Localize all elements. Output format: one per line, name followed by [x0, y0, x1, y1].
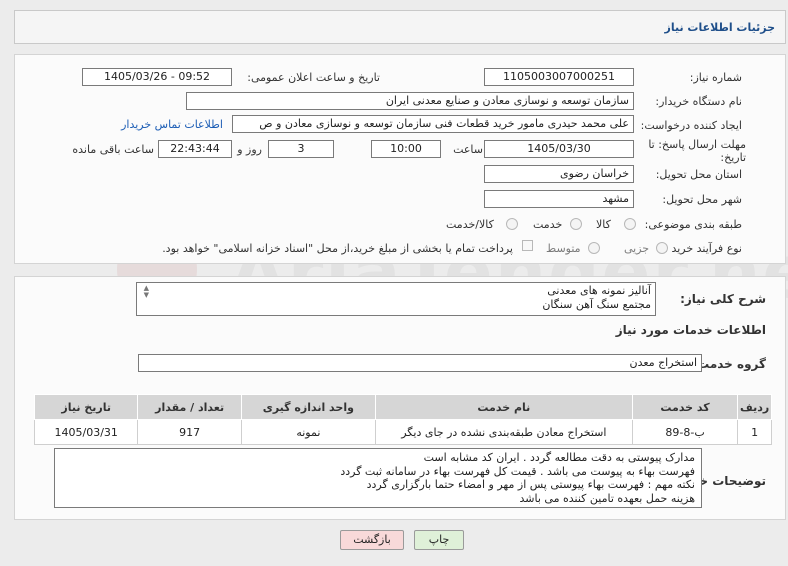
cell-row-number: 1: [737, 419, 772, 445]
days-label: روز و: [237, 143, 262, 156]
textarea-resize-icon[interactable]: ▲ ▼: [139, 285, 149, 299]
cell-service-code: ب-8-89: [631, 419, 739, 445]
treasury-payment-checkbox[interactable]: [522, 240, 533, 251]
category-option-goods-service: کالا/خدمت: [446, 218, 494, 231]
col-service-name: نام خدمت: [374, 394, 633, 420]
city-label: شهر محل تحویل:: [662, 193, 742, 206]
remaining-time-field[interactable]: 22:43:44: [158, 140, 232, 158]
category-label: طبقه بندی موضوعی:: [644, 218, 742, 231]
purchase-option-medium: متوسط: [546, 242, 581, 255]
col-row-number: ردیف: [737, 394, 772, 420]
buyer-note-line: نکته مهم : فهرست بهاء پیوستی پس از مهر و…: [366, 478, 695, 491]
creator-field[interactable]: علی محمد حیدری مامور خرید قطعات فنی سازم…: [232, 115, 634, 133]
days-remaining-field[interactable]: 3: [268, 140, 334, 158]
col-need-date: تاریخ نیاز: [33, 394, 139, 420]
deadline-time-field[interactable]: 10:00: [371, 140, 441, 158]
description-line-2: مجتمع سنگ آهن سنگان: [542, 298, 651, 311]
buyer-notes-textarea[interactable]: مدارک پیوستی به دقت مطالعه گردد . ایران …: [54, 448, 702, 508]
back-button[interactable]: بازگشت: [340, 530, 404, 550]
cell-unit: نمونه: [240, 419, 376, 445]
purchase-type-label: نوع فرآیند خرید :: [664, 242, 742, 255]
description-line-1: آنالیز نمونه های معدنی: [547, 284, 651, 297]
province-field[interactable]: خراسان رضوی: [484, 165, 634, 183]
buyer-note-line: هزینه حمل بعهده تامین کننده می باشد: [519, 491, 695, 505]
treasury-payment-note: پرداخت تمام یا بخشی از مبلغ خرید،از محل …: [162, 242, 513, 255]
announce-date-field[interactable]: 1405/03/26 - 09:52: [82, 68, 232, 86]
page-title: جزئیات اطلاعات نیاز: [664, 21, 776, 34]
deadline-label: مهلت ارسال پاسخ: تا تاریخ:: [648, 138, 746, 164]
announce-date-label: تاریخ و ساعت اعلان عمومی:: [247, 71, 380, 84]
category-radio-goods[interactable]: [624, 218, 636, 230]
purchase-radio-medium[interactable]: [588, 242, 600, 254]
service-group-field[interactable]: استخراج معدن: [138, 354, 702, 372]
category-radio-goods-service[interactable]: [506, 218, 518, 230]
purchase-radio-minor[interactable]: [656, 242, 668, 254]
buyer-org-field[interactable]: سازمان توسعه و نوسازی معادن و صنایع معدن…: [186, 92, 634, 110]
print-button[interactable]: چاپ: [414, 530, 464, 550]
buyer-note-line: فهرست بهاء به پیوست می باشد . قیمت کل فه…: [340, 464, 695, 478]
col-quantity: تعداد / مقدار: [137, 394, 242, 420]
need-number-label: شماره نیاز:: [689, 71, 742, 84]
cell-need-date: 1405/03/31: [33, 419, 139, 445]
deadline-time-label: ساعت: [453, 143, 483, 156]
services-table-header: ردیف کد خدمت نام خدمت واحد اندازه گیری ت…: [33, 394, 772, 420]
table-row[interactable]: 1 ب-8-89 استخراج معادن طبقه‌بندی نشده در…: [33, 419, 772, 445]
creator-label: ایجاد کننده درخواست:: [640, 119, 742, 132]
buyer-contact-link[interactable]: اطلاعات تماس خریدار: [121, 118, 223, 131]
cell-quantity: 917: [137, 419, 242, 445]
buyer-org-label: نام دستگاه خریدار:: [655, 95, 742, 108]
service-group-label: گروه خدمت:: [692, 357, 766, 371]
services-section-title: اطلاعات خدمات مورد نیاز: [615, 323, 766, 337]
col-service-code: کد خدمت: [631, 394, 739, 420]
category-option-goods: کالا: [596, 218, 611, 231]
category-option-service: خدمت: [533, 218, 563, 231]
city-field[interactable]: مشهد: [484, 190, 634, 208]
col-unit: واحد اندازه گیری: [240, 394, 376, 420]
need-number-field[interactable]: 1105003007000251: [484, 68, 634, 86]
deadline-date-field[interactable]: 1405/03/30: [484, 140, 634, 158]
category-radio-service[interactable]: [570, 218, 582, 230]
remaining-time-label: ساعت باقی مانده: [72, 143, 154, 156]
page-header: جزئیات اطلاعات نیاز: [14, 10, 786, 44]
purchase-option-minor: جزیی: [624, 242, 650, 255]
description-label: شرح کلی نیاز:: [680, 292, 766, 306]
services-table: ردیف کد خدمت نام خدمت واحد اندازه گیری ت…: [33, 394, 772, 445]
province-label: استان محل تحویل:: [655, 168, 742, 181]
buyer-note-line: مدارک پیوستی به دقت مطالعه گردد . ایران …: [423, 451, 695, 464]
cell-service-name: استخراج معادن طبقه‌بندی نشده در جای دیگر: [374, 419, 633, 445]
description-textarea[interactable]: آنالیز نمونه های معدنی مجتمع سنگ آهن سنگ…: [136, 282, 656, 316]
